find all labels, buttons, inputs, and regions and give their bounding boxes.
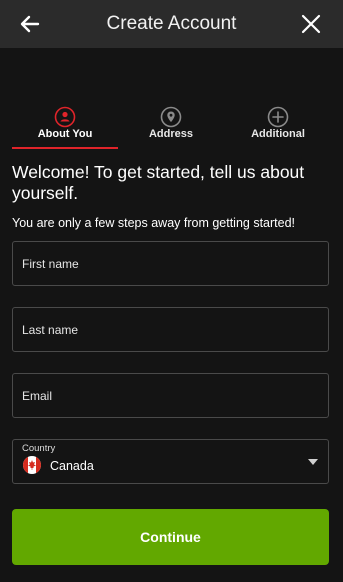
last-name-input[interactable] [13,308,328,351]
app-header: Create Account [0,0,343,48]
step-label-additional: Additional [251,128,305,140]
email-input[interactable] [13,374,328,417]
country-select[interactable]: Country Canada [12,439,329,484]
chevron-down-icon [308,459,318,465]
active-step-underline [12,147,118,149]
step-label-address: Address [148,128,194,140]
last-name-field[interactable] [12,307,329,352]
step-label-about-you: About You [37,128,93,140]
email-field[interactable] [12,373,329,418]
first-name-input[interactable] [13,242,328,285]
welcome-heading: Welcome! To get started, tell us about y… [12,162,305,203]
step-additional[interactable]: Additional [225,104,331,148]
close-button[interactable] [299,12,323,36]
step-address[interactable]: Address [118,104,224,148]
country-value: Canada [50,459,94,473]
step-about-you[interactable]: About You [12,104,118,149]
page-title: Create Account [106,13,237,34]
intro-subtext: You are only a few steps away from getti… [12,216,296,230]
country-label: Country [22,443,56,454]
user-circle-icon [54,106,76,128]
plus-circle-icon [267,106,289,128]
continue-button[interactable]: Continue [12,509,329,565]
first-name-field[interactable] [12,241,329,286]
step-indicator: About You Address Additional [12,104,331,150]
location-pin-icon [160,106,182,128]
close-icon [301,14,321,34]
canada-flag-icon [23,456,41,474]
